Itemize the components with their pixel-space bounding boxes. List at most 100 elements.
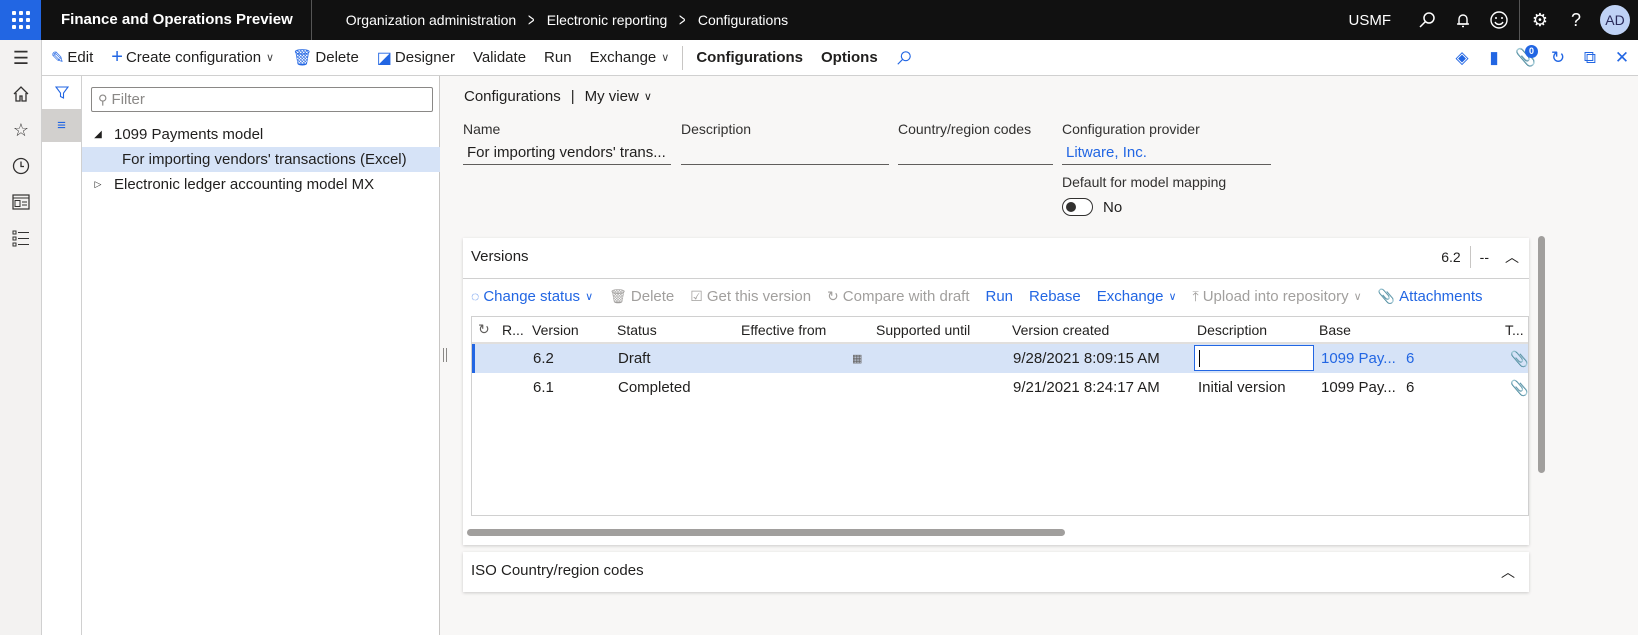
breadcrumb-item[interactable]: Configurations [698,12,788,28]
designer-icon: ◪ [376,49,392,67]
edit-label: Edit [67,49,94,66]
description-label: Description [681,121,752,137]
iso-section-title[interactable]: ISO Country/region codes [471,562,644,579]
search-icon [897,50,911,65]
version-run-button[interactable]: Run [986,288,1014,305]
search-icon[interactable] [1409,0,1445,40]
chevron-down-icon[interactable]: ∨ [644,90,652,103]
pane-splitter[interactable] [443,348,447,362]
default-model-mapping-toggle[interactable] [1062,198,1093,216]
summary-version: 6.2 [1441,249,1461,265]
filter-input[interactable]: ⚲ Filter [91,87,433,112]
name-input[interactable]: For importing vendors' trans... [463,141,671,165]
smiley-icon[interactable] [1481,0,1517,40]
version-delete-button[interactable]: 🗑 Delete [609,288,674,305]
paperclip-icon: 📎 [1377,287,1396,304]
versions-section: Versions 6.2 -- ︿ ◌ Change status ∨ 🗑 Delet… [463,238,1529,545]
column-header[interactable]: Version [532,317,579,342]
create-configuration-button[interactable]: + Create configuration ∨ [102,40,283,76]
attachments-icon[interactable]: 📎 0 [1510,40,1542,76]
collapse-triangle-icon[interactable]: ◢ [82,129,114,140]
description-cell-input[interactable] [1194,345,1314,371]
column-header[interactable]: R... [502,317,524,342]
column-header[interactable]: Status [617,317,657,342]
country-region-input[interactable] [898,141,1053,165]
collapse-chevron-up-icon[interactable]: ︿ [1505,247,1519,267]
column-header[interactable]: Base [1319,317,1351,342]
column-header[interactable]: Version created [1012,317,1109,342]
exchange-menu[interactable]: Exchange ∨ [581,40,679,76]
office-icon[interactable]: ▮ [1478,40,1510,76]
default-model-mapping-field: Default for model mapping No [1062,174,1282,216]
home-icon[interactable] [0,76,42,112]
iso-country-region-section: ISO Country/region codes ︿ [463,552,1529,592]
paperclip-icon[interactable]: 📎 [1510,344,1528,373]
column-header[interactable]: Description [1197,317,1267,342]
change-status-menu[interactable]: ◌ Change status ∨ [471,288,593,305]
base-link[interactable]: 1099 Pay... [1321,344,1396,373]
designer-label: Designer [394,49,455,66]
column-header[interactable]: Supported until [876,317,970,342]
upload-into-repository-menu[interactable]: ⤒ Upload into repository ∨ [1193,288,1362,305]
breadcrumb-item[interactable]: Electronic reporting [547,12,668,28]
delete-label: Delete [315,49,359,66]
edit-button[interactable]: ✎ Edit [42,40,102,76]
version-exchange-menu[interactable]: Exchange ∨ [1097,288,1177,305]
description-input[interactable] [681,141,889,165]
configuration-provider-field: Configuration provider Litware, Inc. [1062,121,1271,165]
company-picker[interactable]: USMF [1349,12,1392,29]
hamburger-menu-icon[interactable]: ☰ [0,40,42,76]
workspaces-icon[interactable] [0,184,42,220]
tree-node-selected[interactable]: For importing vendors' transactions (Exc… [82,147,440,172]
open-new-window-icon[interactable]: ⧉ [1574,40,1606,76]
my-view-dropdown[interactable]: My view [585,88,639,105]
app-launcher-button[interactable] [0,0,41,40]
paperclip-icon[interactable]: 📎 [1510,373,1528,402]
name-label: Name [463,121,501,137]
validate-button[interactable]: Validate [464,40,535,76]
tree-node[interactable]: ◢ 1099 Payments model [82,122,440,147]
vertical-scrollbar[interactable] [1538,236,1545,473]
horizontal-scrollbar[interactable] [467,529,1065,536]
version-attachments-button[interactable]: 📎 Attachments [1378,288,1483,305]
refresh-icon[interactable]: ↻ [1542,40,1574,76]
calendar-icon[interactable]: ▦ [852,344,862,373]
bell-icon[interactable] [1445,0,1481,40]
column-header[interactable]: T... [1505,317,1524,342]
power-apps-icon[interactable]: ◈ [1446,40,1478,76]
column-header[interactable]: Effective from [741,317,826,342]
configuration-provider-link[interactable]: Litware, Inc. [1062,141,1271,165]
get-this-version-label: Get this version [706,287,812,305]
nav-rail: ☰ ☆ [0,40,42,635]
action-search-button[interactable] [887,40,921,76]
delete-button[interactable]: 🗑 Delete [283,40,368,76]
row-selection-indicator [472,344,475,373]
close-icon[interactable]: ✕ [1606,40,1638,76]
table-row[interactable]: 6.1 Completed 9/21/2021 8:24:17 AM Initi… [472,373,1528,402]
configurations-tab[interactable]: Configurations [687,40,812,76]
breadcrumb-item[interactable]: Organization administration [346,12,516,28]
favorites-star-icon[interactable]: ☆ [0,112,42,148]
rebase-button[interactable]: Rebase [1029,288,1081,305]
run-button[interactable]: Run [535,40,581,76]
tree-node[interactable]: ▷ Electronic ledger accounting model MX [82,172,440,197]
compare-with-draft-button[interactable]: ↻ Compare with draft [827,288,969,305]
recent-clock-icon[interactable] [0,148,42,184]
expand-triangle-icon[interactable]: ▷ [82,179,114,190]
table-row-selected[interactable]: 6.2 Draft ▦ 9/28/2021 8:09:15 AM 1099 Pa… [472,344,1528,373]
versions-toolbar: ◌ Change status ∨ 🗑 Delete ☑ Get this versio… [463,278,1529,313]
gear-icon[interactable]: ⚙ [1522,0,1558,40]
collapse-chevron-up-icon[interactable]: ︿ [1501,562,1515,582]
options-tab[interactable]: Options [812,40,887,76]
designer-button[interactable]: ◪ Designer [368,40,464,76]
versions-title[interactable]: Versions [471,248,529,265]
filter-icon[interactable] [42,76,81,109]
avatar[interactable]: AD [1600,5,1630,35]
refresh-icon[interactable]: ↻ [478,317,490,342]
list-view-icon[interactable]: ≡ [42,109,81,142]
help-icon[interactable]: ? [1558,0,1594,40]
modules-list-icon[interactable] [0,220,42,256]
base-version-cell: 6 [1406,379,1415,396]
get-this-version-button[interactable]: ☑ Get this version [690,288,811,305]
version-cell: 6.1 [533,379,554,396]
